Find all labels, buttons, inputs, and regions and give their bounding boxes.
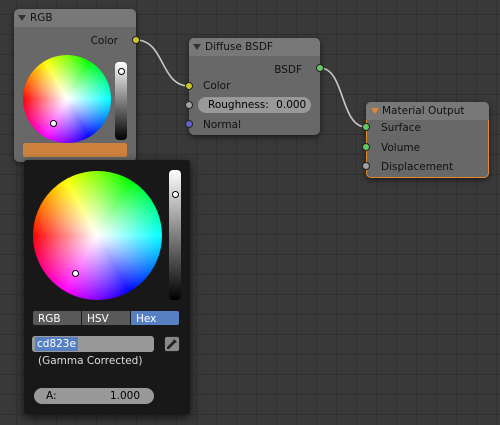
color-swatch[interactable] — [23, 143, 127, 157]
picker-mode-tabs: RGB HSV Hex — [32, 310, 180, 326]
link-color — [135, 39, 190, 87]
roughness-label: Roughness: — [208, 99, 269, 111]
rgb-output-socket[interactable] — [132, 36, 140, 44]
tab-hex[interactable]: Hex — [130, 310, 180, 326]
diffuse-bsdf-node[interactable]: Diffuse BSDF BSDF Color Roughness: 0.000… — [189, 38, 320, 135]
rgb-node-header[interactable]: RGB — [14, 9, 136, 27]
alpha-label: A: — [46, 390, 57, 402]
displacement-input-label: Displacement — [381, 161, 454, 173]
volume-input-socket[interactable] — [362, 143, 370, 151]
bsdf-output-label: BSDF — [274, 64, 302, 76]
alpha-field[interactable]: A: 1.000 — [34, 388, 154, 404]
roughness-field[interactable]: Roughness: 0.000 — [198, 97, 311, 113]
material-output-header[interactable]: Material Output — [366, 102, 489, 120]
tab-hsv[interactable]: HSV — [81, 310, 131, 326]
color-input-label: Color — [203, 80, 231, 92]
gamma-note: (Gamma Corrected) — [38, 355, 143, 367]
picker-wheel-cursor[interactable] — [72, 270, 79, 277]
collapse-arrow-icon[interactable] — [18, 15, 26, 21]
picker-color-wheel[interactable] — [33, 171, 162, 300]
bsdf-output-socket[interactable] — [316, 64, 324, 72]
material-output-node[interactable]: Material Output Surface Volume Displacem… — [366, 102, 489, 178]
color-input-socket[interactable] — [185, 82, 193, 90]
rgb-node[interactable]: RGB Color — [14, 9, 136, 162]
collapse-arrow-icon[interactable] — [371, 108, 379, 114]
color-wheel[interactable] — [23, 55, 111, 143]
collapse-arrow-icon[interactable] — [193, 44, 201, 50]
color-wheel-cursor[interactable] — [50, 120, 57, 127]
surface-input-socket[interactable] — [362, 123, 370, 131]
tab-rgb[interactable]: RGB — [32, 310, 82, 326]
material-output-title: Material Output — [382, 105, 465, 117]
picker-value-slider[interactable] — [169, 170, 181, 300]
roughness-input-socket[interactable] — [185, 101, 193, 109]
value-slider-handle[interactable] — [118, 68, 125, 75]
diffuse-node-title: Diffuse BSDF — [205, 41, 273, 53]
picker-value-slider-handle[interactable] — [172, 191, 179, 198]
rgb-output-label: Color — [90, 35, 118, 47]
diffuse-node-header[interactable]: Diffuse BSDF — [189, 38, 320, 56]
hex-value: cd823e — [35, 337, 78, 351]
color-picker-popup[interactable]: RGB HSV Hex cd823e (Gamma Corrected) A: … — [24, 160, 190, 414]
normal-input-socket[interactable] — [185, 120, 193, 128]
link-bsdf — [319, 67, 367, 128]
eyedropper-button[interactable] — [164, 336, 180, 352]
roughness-value: 0.000 — [276, 99, 307, 111]
hex-input[interactable]: cd823e — [32, 336, 154, 352]
displacement-input-socket[interactable] — [362, 162, 370, 170]
alpha-value: 1.000 — [109, 390, 140, 402]
surface-input-label: Surface — [381, 122, 422, 134]
rgb-node-title: RGB — [30, 12, 53, 24]
volume-input-label: Volume — [381, 142, 421, 154]
normal-input-label: Normal — [203, 119, 241, 131]
eyedropper-icon — [167, 339, 177, 349]
